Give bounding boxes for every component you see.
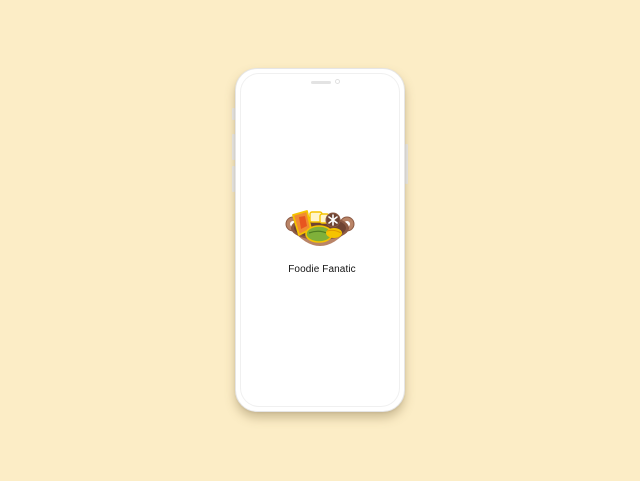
app-name: Foodie Fanatic (288, 264, 356, 275)
phone-frame: Foodie Fanatic (235, 68, 405, 412)
splash-screen: Foodie Fanatic (236, 69, 406, 413)
hot-pot-icon (285, 210, 355, 246)
